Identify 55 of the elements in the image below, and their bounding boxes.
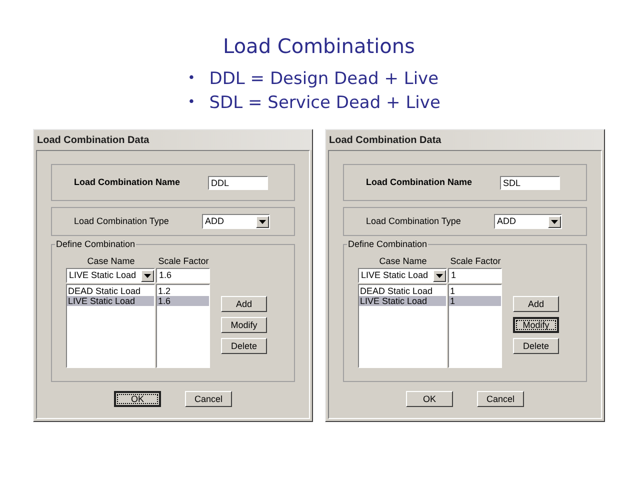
dialog-button[interactable]: Delete — [513, 338, 559, 354]
field-label: Load Combination Type — [74, 214, 169, 228]
dialog-button[interactable]: Modify — [513, 317, 559, 333]
dropdown-button[interactable] — [141, 270, 154, 282]
caret-icon — [551, 220, 558, 224]
list-item[interactable]: DEAD Static Load — [67, 286, 154, 296]
dialog-button[interactable]: Add — [221, 296, 267, 312]
scale-factor-field[interactable]: 1 — [448, 268, 502, 283]
dialog-button[interactable]: Modify — [221, 317, 267, 333]
dialog-button[interactable]: Cancel — [477, 391, 524, 407]
list-item[interactable]: 1 — [449, 296, 501, 306]
list-item[interactable]: 1.2 — [157, 286, 209, 296]
name-field[interactable]: DDL — [208, 176, 268, 190]
case-dropdown[interactable]: LIVE Static Load — [66, 268, 155, 283]
type-dropdown[interactable]: ADD — [494, 214, 562, 229]
column-header: Case Name — [378, 255, 428, 267]
slide-title: Load Combinations — [223, 33, 415, 59]
scale-factor-field[interactable]: 1.6 — [156, 268, 210, 283]
caret-icon — [436, 274, 443, 278]
list-item[interactable]: LIVE Static Load — [67, 296, 154, 306]
dialog-button[interactable]: Delete — [221, 338, 267, 354]
name-field[interactable]: SDL — [500, 176, 560, 190]
list-item[interactable]: DEAD Static Load — [359, 286, 446, 296]
dropdown-value: ADD — [497, 214, 516, 228]
bullet-text: SDL = Service Dead + Live — [209, 92, 440, 115]
caret-icon — [144, 274, 151, 278]
field-label: Load Combination Name — [366, 176, 472, 189]
window-title: Load Combination Data — [37, 134, 150, 148]
window-title: Load Combination Data — [329, 134, 442, 148]
dialog-button[interactable]: Add — [513, 296, 559, 312]
field-label: Load Combination Name — [74, 176, 180, 189]
column-header: Case Name — [86, 255, 136, 267]
dialog-button[interactable]: OK — [406, 391, 453, 407]
dropdown-button[interactable] — [548, 216, 561, 228]
dropdown-value: ADD — [205, 214, 224, 228]
list-item[interactable]: 1 — [449, 286, 501, 296]
column-header: Scale Factor — [449, 255, 502, 267]
list-item[interactable]: 1.6 — [157, 296, 209, 306]
caret-icon — [259, 220, 266, 224]
bullet-marker: • — [188, 70, 196, 88]
dropdown-button[interactable] — [433, 270, 446, 282]
type-dropdown[interactable]: ADD — [202, 214, 270, 229]
group-label: Define Combination — [347, 239, 428, 250]
case-dropdown[interactable]: LIVE Static Load — [358, 268, 447, 283]
dialog-button[interactable]: OK — [114, 391, 161, 407]
column-header: Scale Factor — [157, 255, 210, 267]
dialog-button[interactable]: Cancel — [185, 391, 232, 407]
field-label: Load Combination Type — [366, 214, 461, 228]
dropdown-value: LIVE Static Load — [361, 268, 428, 282]
dropdown-button[interactable] — [256, 216, 269, 228]
group-label: Define Combination — [55, 239, 136, 250]
dropdown-value: LIVE Static Load — [69, 268, 136, 282]
list-item[interactable]: LIVE Static Load — [359, 296, 446, 306]
bullet-text: DDL = Design Dead + Live — [209, 68, 439, 91]
bullet-marker: • — [188, 94, 196, 112]
